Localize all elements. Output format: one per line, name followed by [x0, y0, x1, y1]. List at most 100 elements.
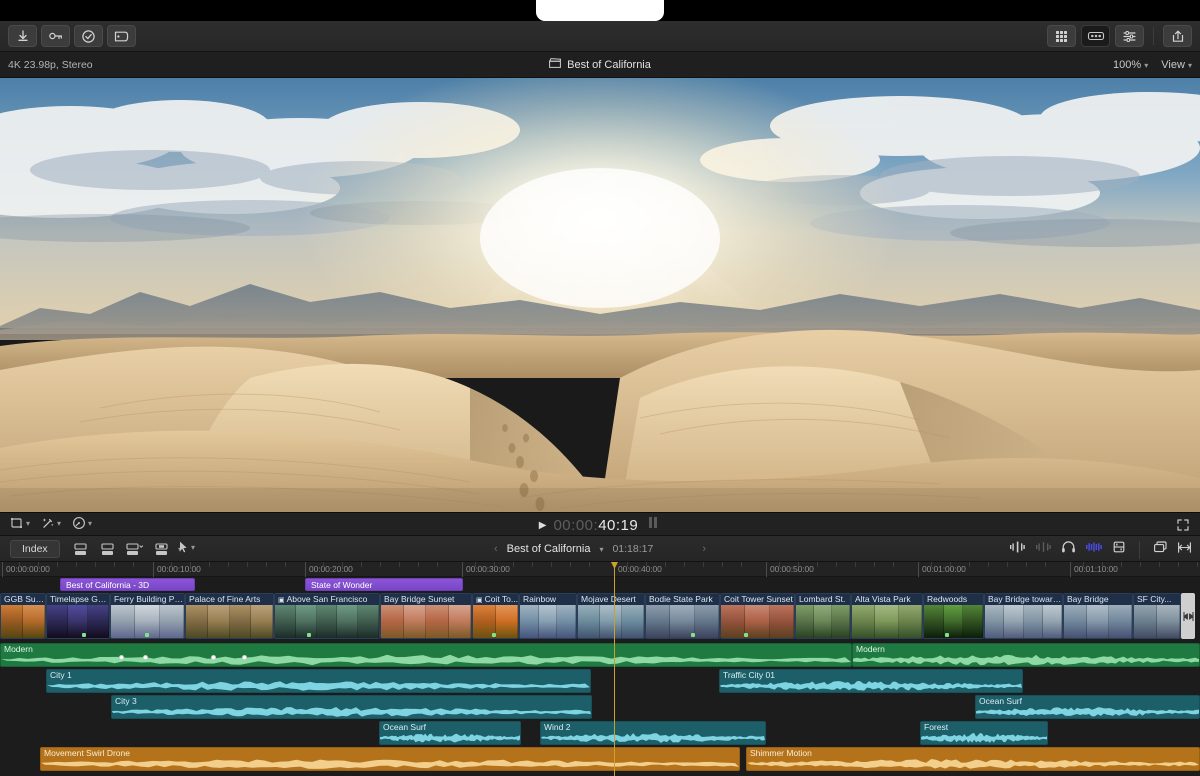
effects-browser-button[interactable] [1047, 25, 1076, 47]
video-viewer[interactable] [0, 78, 1200, 512]
ruler-tick-minor [1121, 562, 1122, 567]
music-clip[interactable]: Modern [852, 643, 1200, 667]
video-clip[interactable]: Bay Bridge [1063, 593, 1133, 639]
clip-marker[interactable] [307, 633, 311, 637]
music-clip[interactable]: Modern [0, 643, 852, 667]
video-clip[interactable]: Palace of Fine Arts [185, 593, 274, 639]
video-clip[interactable]: GGB Sunset [0, 593, 46, 639]
audio-meters-button[interactable] [1085, 540, 1103, 559]
audio-skimming-button[interactable] [1035, 540, 1052, 559]
video-clip[interactable]: ▣ Coit To... [472, 593, 519, 639]
ruler-tick-minor [627, 562, 628, 567]
retime-button[interactable] [107, 25, 136, 47]
clip-label: Bay Bridge toward SF [985, 594, 1062, 605]
video-clip[interactable]: Ferry Building Part 2 [110, 593, 185, 639]
timeline[interactable]: 00:00:00:0000:00:10:0000:00:20:0000:00:3… [0, 562, 1200, 776]
title-clip[interactable]: Best of California - 3D [60, 578, 195, 591]
ruler-tick-minor [1178, 562, 1179, 567]
timeline-project-name[interactable]: Best of California [507, 543, 591, 555]
ruler-tick-major [153, 562, 154, 577]
video-clip[interactable]: Rainbow [519, 593, 577, 639]
playhead[interactable] [614, 562, 615, 776]
timeline-ruler[interactable]: 00:00:00:0000:00:10:0000:00:20:0000:00:3… [0, 562, 1200, 577]
chevron-down-icon[interactable]: ▾ [599, 545, 603, 554]
clip-label: Timelapse GGB [47, 594, 109, 605]
view-options-menu[interactable]: View ▾ [1161, 59, 1192, 71]
ruler-tick-minor [969, 562, 970, 567]
video-clip[interactable]: Bodie State Park [645, 593, 720, 639]
project-end-cap[interactable] [1181, 593, 1195, 639]
audio-clip[interactable]: Ocean Surf [379, 721, 521, 745]
volume-keyframe[interactable] [143, 655, 148, 660]
video-clip[interactable]: Bay Bridge toward SF [984, 593, 1063, 639]
clip-marker[interactable] [82, 633, 86, 637]
audio-lane-2[interactable]: City 3 Ocean Surf [0, 695, 1200, 719]
ruler-tick-minor [475, 562, 476, 567]
clip-label: Lombard St. [796, 594, 850, 605]
video-clip[interactable]: Alta Vista Park [851, 593, 923, 639]
ruler-tick-minor [893, 562, 894, 567]
video-storyline-lane[interactable]: GGB SunsetTimelapse GGBFerry Building Pa… [0, 593, 1200, 641]
play-icon[interactable]: ▶ [539, 520, 547, 531]
share-button[interactable] [1163, 25, 1192, 47]
clip-thumbnails [47, 605, 109, 638]
viewer-fullscreen-button[interactable] [1176, 518, 1190, 537]
video-clip[interactable]: Bay Bridge Sunset [380, 593, 472, 639]
audio-clip[interactable]: Wind 2 [540, 721, 766, 745]
clip-marker[interactable] [492, 633, 496, 637]
volume-keyframe[interactable] [119, 655, 124, 660]
color-board-button[interactable] [1081, 25, 1110, 47]
import-media-button[interactable] [8, 25, 37, 47]
thumbnail [404, 605, 427, 638]
thumbnail [646, 605, 670, 638]
audio-meter-icon[interactable] [645, 515, 661, 535]
rating-favorite-button[interactable] [74, 25, 103, 47]
video-clip[interactable]: Coit Tower Sunset [720, 593, 795, 639]
ruler-tick-minor [551, 562, 552, 567]
audio-lane-3[interactable]: Ocean Surf Wind 2 Forest [0, 721, 1200, 745]
zoom-to-fit-button[interactable] [1177, 541, 1192, 559]
video-clip[interactable]: Redwoods [923, 593, 984, 639]
clip-marker[interactable] [691, 633, 695, 637]
nav-back-button[interactable]: ‹ [494, 543, 498, 555]
video-clip[interactable]: SF City... [1133, 593, 1181, 639]
music-lane[interactable]: ModernModern [0, 643, 1200, 667]
audio-clip[interactable]: Ocean Surf [975, 695, 1200, 719]
clip-label: Bay Bridge [1064, 594, 1132, 605]
audio-clip[interactable]: Traffic City 01 [719, 669, 1023, 693]
nav-forward-button[interactable]: › [702, 543, 706, 555]
chevron-down-icon: ▾ [1144, 61, 1148, 70]
menu-bar-strip [0, 0, 1200, 21]
title-lane[interactable]: Best of California - 3D State of Wonder [0, 578, 1200, 593]
solo-button[interactable] [1061, 540, 1076, 559]
audio-clip[interactable]: Forest [920, 721, 1048, 745]
clip-thumbnails [1, 605, 45, 638]
inspector-button[interactable] [1115, 25, 1144, 47]
zoom-level-menu[interactable]: 100% ▾ [1113, 59, 1148, 71]
thumbnail [796, 605, 814, 638]
clip-appearance-button[interactable] [1153, 540, 1168, 559]
snapping-button[interactable] [1112, 540, 1126, 559]
ruler-tick-minor [817, 562, 818, 567]
viewer-timecode[interactable]: 00:00:40:19 [553, 517, 638, 534]
video-clip[interactable]: ▣ Above San Francisco [274, 593, 380, 639]
video-clip[interactable]: Mojave Desert [577, 593, 645, 639]
effects-audio-lane[interactable]: Movement Swirl DroneShimmer Motion [0, 747, 1200, 771]
effects-audio-clip[interactable]: Movement Swirl Drone [40, 747, 740, 771]
title-clip[interactable]: State of Wonder [305, 578, 463, 591]
audio-lane-1[interactable]: City 1 Traffic City 01 [0, 669, 1200, 693]
clip-marker[interactable] [744, 633, 748, 637]
clip-marker[interactable] [145, 633, 149, 637]
clip-marker[interactable] [945, 633, 949, 637]
skimming-button[interactable] [1009, 540, 1026, 559]
audio-clip[interactable]: City 3 [111, 695, 592, 719]
ruler-tick-minor [228, 562, 229, 567]
ruler-tick-minor [798, 562, 799, 567]
video-clip[interactable]: Lombard St. [795, 593, 851, 639]
effects-audio-clip[interactable]: Shimmer Motion [746, 747, 1200, 771]
clip-thumbnails [381, 605, 471, 638]
thumbnail [337, 605, 358, 638]
audio-clip[interactable]: City 1 [46, 669, 591, 693]
keyword-editor-button[interactable] [41, 25, 70, 47]
video-clip[interactable]: Timelapse GGB [46, 593, 110, 639]
